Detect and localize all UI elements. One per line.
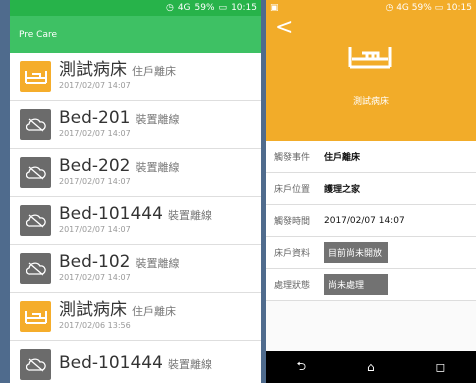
detail-value: 住戶離床 — [324, 153, 361, 163]
bed-name: Bed-202 — [59, 156, 131, 177]
detail-list: 觸發事件 住戶離床 床戶位置 護理之家 觸發時間 2017/02/07 14:07 床… — [266, 141, 476, 301]
offline-cloud-icon — [20, 253, 51, 284]
event-time: 2017/02/07 14:07 — [59, 225, 131, 235]
detail-label: 床戶資料 — [274, 249, 311, 259]
bed-list: 測試病床 住戶離床 2017/02/07 14:07 Bed-201 裝置離線 … — [10, 53, 261, 383]
detail-value[interactable]: 尚未處理 — [324, 274, 388, 295]
signal-label: 4G — [177, 3, 191, 13]
offline-cloud-icon — [20, 349, 51, 380]
offline-cloud-icon — [20, 205, 51, 236]
bed-icon — [20, 301, 51, 332]
bed-state: 裝置離線 — [135, 257, 180, 271]
detail-row: 處理狀態 尚未處理 — [266, 269, 476, 301]
alarm-icon: ◷ — [385, 3, 394, 13]
bed-state: 裝置離線 — [167, 209, 212, 223]
list-item[interactable]: 測試病床 住戶離床 2017/02/06 13:56 — [10, 293, 261, 341]
bed-name: Bed-101444 — [59, 352, 163, 373]
list-item[interactable]: 測試病床 住戶離床 2017/02/07 14:07 — [10, 53, 261, 101]
alarm-icon: ◷ — [165, 3, 174, 13]
event-time: 2017/02/06 13:56 — [59, 321, 131, 331]
status-bar: ▣ ◷ 4G 59% ▭ 10:15 — [266, 0, 476, 16]
detail-value: 2017/02/07 14:07 — [324, 215, 405, 226]
list-item[interactable]: Bed-202 裝置離線 2017/02/07 14:07 — [10, 149, 261, 197]
detail-label: 處理狀態 — [274, 281, 311, 291]
bed-name: Bed-101444 — [59, 204, 163, 225]
detail-row: 觸發時間 2017/02/07 14:07 — [266, 205, 476, 237]
left-phone-screen: ◷ 4G 59% ▭ 10:15 Pre Care 測試病床 住戶離床 2017… — [10, 0, 261, 383]
offline-cloud-icon — [20, 157, 51, 188]
event-time: 2017/02/07 14:07 — [59, 129, 131, 139]
bed-header: < 測試病床 — [266, 16, 476, 141]
bed-name: Bed-201 — [59, 108, 131, 129]
bed-icon — [348, 47, 392, 69]
bed-icon — [20, 61, 51, 92]
detail-value: 護理之家 — [324, 185, 361, 195]
offline-cloud-icon — [20, 109, 51, 140]
detail-value[interactable]: 目前尚未開放 — [324, 242, 388, 263]
battery-icon: ▭ — [434, 3, 444, 13]
app-title-bar: Pre Care — [10, 16, 261, 53]
battery-label: 59% — [194, 3, 215, 13]
list-item[interactable]: Bed-101444 裝置離線 — [10, 341, 261, 383]
android-navigation-bar: ⮌ ⌂ ◻ — [266, 351, 476, 383]
bed-state: 裝置離線 — [135, 113, 180, 127]
bed-state: 裝置離線 — [135, 161, 180, 175]
bed-name: Bed-102 — [59, 252, 131, 273]
home-nav-button[interactable]: ⌂ — [367, 360, 375, 374]
back-nav-button[interactable]: ⮌ — [296, 357, 306, 378]
list-item[interactable]: Bed-201 裝置離線 2017/02/07 14:07 — [10, 101, 261, 149]
event-time: 2017/02/07 14:07 — [59, 81, 131, 91]
battery-icon: ▭ — [218, 3, 228, 13]
back-button[interactable]: < — [275, 17, 293, 39]
right-phone-screen: ▣ ◷ 4G 59% ▭ 10:15 < 測試病床 觸發事件 住戶離床 床戶位置 … — [266, 0, 476, 383]
app-title: Pre Care — [19, 29, 58, 40]
bed-state: 裝置離線 — [167, 357, 212, 371]
list-item[interactable]: Bed-102 裝置離線 2017/02/07 14:07 — [10, 245, 261, 293]
recent-nav-button[interactable]: ◻ — [436, 360, 446, 374]
battery-label: 59% — [411, 3, 432, 13]
bed-state: 住戶離床 — [132, 65, 176, 79]
event-time: 2017/02/07 14:07 — [59, 273, 131, 283]
event-time: 2017/02/07 14:07 — [59, 177, 131, 187]
time-label: 10:15 — [231, 3, 257, 13]
status-bar: ◷ 4G 59% ▭ 10:15 — [10, 0, 261, 16]
detail-row: 床戶位置 護理之家 — [266, 173, 476, 205]
bed-name: 測試病床 — [59, 60, 127, 81]
detail-label: 床戶位置 — [274, 185, 311, 195]
bed-state: 住戶離床 — [132, 305, 176, 319]
bed-name: 測試病床 — [59, 300, 127, 321]
time-label: 10:15 — [446, 3, 472, 13]
notification-icon: ▣ — [270, 3, 279, 13]
detail-row: 觸發事件 住戶離床 — [266, 141, 476, 173]
list-item[interactable]: Bed-101444 裝置離線 2017/02/07 14:07 — [10, 197, 261, 245]
detail-label: 觸發時間 — [274, 217, 311, 227]
header-bed-name: 測試病床 — [352, 97, 389, 107]
detail-row: 床戶資料 目前尚未開放 — [266, 237, 476, 269]
signal-label: 4G — [396, 3, 409, 13]
detail-label: 觸發事件 — [274, 153, 311, 163]
